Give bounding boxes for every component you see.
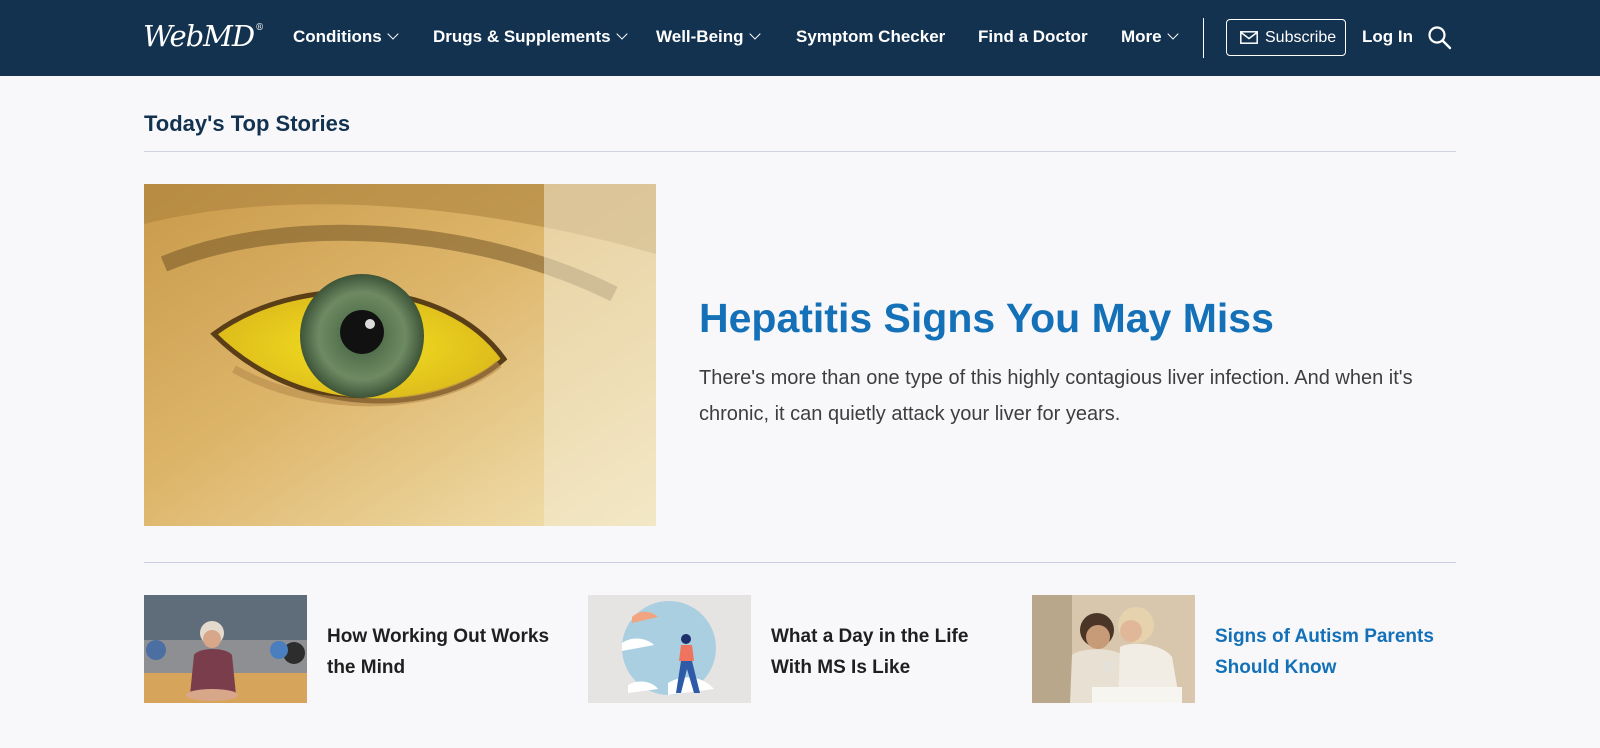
story-image-workout[interactable] xyxy=(144,595,307,703)
nav-item-more[interactable]: More xyxy=(1121,25,1179,49)
nav-divider xyxy=(1203,18,1204,58)
login-link[interactable]: Log In xyxy=(1362,25,1413,49)
nav-item-symptom-checker[interactable]: Symptom Checker xyxy=(796,25,945,49)
story-title-autism[interactable]: Signs of Autism Parents Should Know xyxy=(1215,621,1455,683)
workout-photo xyxy=(144,595,307,703)
section-title: Today's Top Stories xyxy=(144,111,351,136)
chevron-down-icon xyxy=(1166,28,1179,40)
subscribe-label: Subscribe xyxy=(1265,29,1337,46)
nav-item-find-a-doctor[interactable]: Find a Doctor xyxy=(978,25,1088,49)
hero-eye-illustration xyxy=(144,184,656,526)
story-title-ms[interactable]: What a Day in the Life With MS Is Like xyxy=(771,621,1011,683)
story-image-autism[interactable] xyxy=(1032,595,1195,703)
chevron-down-icon xyxy=(615,28,628,40)
hero-headline-link[interactable]: Hepatitis Signs You May Miss xyxy=(699,295,1274,342)
nav-item-drugs-supplements[interactable]: Drugs & Supplements xyxy=(433,25,628,49)
mail-icon xyxy=(1240,31,1258,44)
search-icon[interactable] xyxy=(1427,25,1452,50)
subscribe-button[interactable]: Subscribe xyxy=(1226,19,1346,56)
hero-description: There's more than one type of this highl… xyxy=(699,367,1413,425)
hero-image[interactable] xyxy=(144,184,656,526)
section-divider xyxy=(144,151,1456,152)
top-navigation-bar: WebMD® Conditions Drugs & Supplements We… xyxy=(0,0,1600,76)
autism-photo xyxy=(1032,595,1195,703)
chevron-down-icon xyxy=(748,28,761,40)
chevron-down-icon xyxy=(387,28,399,40)
stories-divider xyxy=(144,562,1456,563)
nav-item-conditions[interactable]: Conditions xyxy=(293,25,399,49)
ms-illustration xyxy=(588,595,751,703)
webmd-logo[interactable]: WebMD® xyxy=(143,19,264,53)
nav-item-well-being[interactable]: Well-Being xyxy=(656,25,761,49)
story-image-ms[interactable] xyxy=(588,595,751,703)
story-title-workout[interactable]: How Working Out Works the Mind xyxy=(327,621,567,683)
